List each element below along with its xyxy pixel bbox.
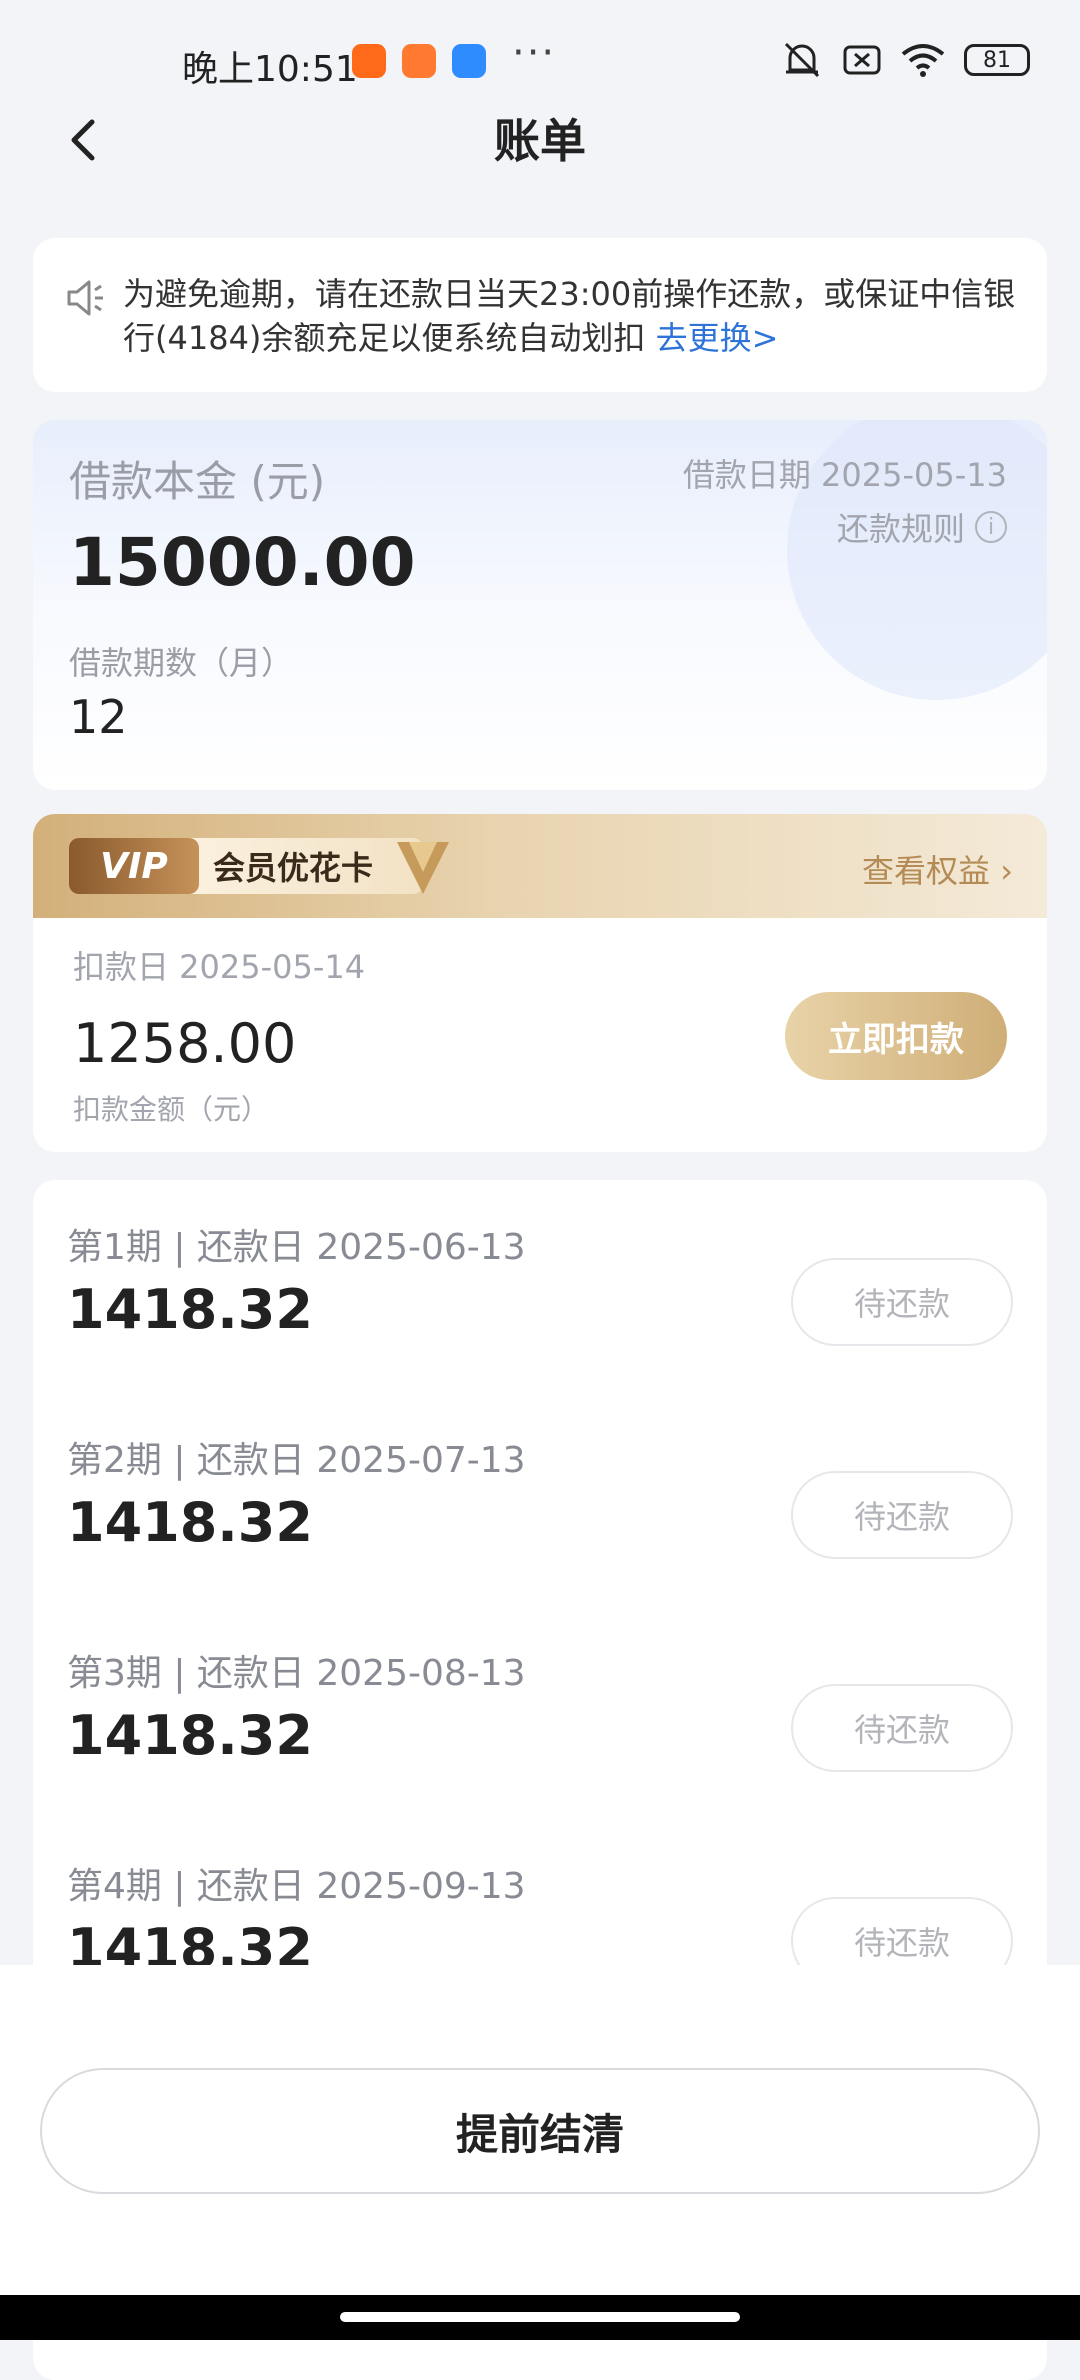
principal-label: 借款本金 (元) — [69, 457, 326, 506]
deduct-now-button[interactable]: 立即扣款 — [785, 992, 1007, 1080]
home-indicator[interactable] — [340, 2312, 740, 2322]
status-time: 晚上10:51 — [182, 49, 358, 90]
installment-label: 第1期 | 还款日 2025-06-13 — [67, 1227, 526, 1268]
shop-app-icon — [402, 44, 436, 78]
early-settle-button[interactable]: 提前结清 — [40, 2068, 1040, 2194]
more-notifications-icon: ··· — [512, 30, 557, 76]
term-label: 借款期数（月） — [69, 644, 294, 682]
mi-app-icon — [352, 44, 386, 78]
pending-repay-button[interactable]: 待还款 — [791, 1684, 1013, 1772]
notice-card: 为避免逾期，请在还款日当天23:00前操作还款，或保证中信银行(4184)余额充… — [33, 238, 1047, 392]
installment-label: 第3期 | 还款日 2025-08-13 — [67, 1653, 526, 1694]
installment-amount: 1418.32 — [67, 1491, 313, 1554]
installment-amount: 1418.32 — [67, 1704, 313, 1767]
principal-amount: 15000.00 — [69, 524, 416, 601]
installment-row: 第1期 | 还款日 2025-06-13 1418.32 待还款 — [33, 1180, 1047, 1380]
wifi-icon — [901, 44, 945, 77]
status-bar: 晚上10:51 ··· 81 — [0, 0, 1080, 110]
deduct-amount-label: 扣款金额（元） — [73, 1093, 270, 1126]
installment-label: 第4期 | 还款日 2025-09-13 — [67, 1866, 526, 1907]
installment-row: 第2期 | 还款日 2025-07-13 1418.32 待还款 — [33, 1393, 1047, 1593]
battery-icon: 81 — [964, 44, 1030, 76]
change-account-link[interactable]: 去更换> — [656, 319, 779, 357]
repayment-rules-label: 还款规则 — [836, 510, 965, 548]
loan-date: 借款日期 2025-05-13 — [682, 456, 1007, 494]
status-icons: 81 — [780, 40, 1030, 80]
info-icon: i — [975, 511, 1007, 543]
term-value: 12 — [69, 690, 128, 744]
vip-badge: VIP — [69, 838, 199, 894]
vip-banner[interactable]: 会员优花卡 VIP 查看权益 › — [33, 814, 1047, 918]
pending-repay-button[interactable]: 待还款 — [791, 1471, 1013, 1559]
repayment-rules-link[interactable]: 还款规则 i — [837, 504, 1007, 550]
no-sim-icon — [843, 45, 881, 75]
gem-icon — [397, 842, 449, 894]
vip-card-name: 会员优花卡 — [183, 838, 424, 894]
installment-label: 第2期 | 还款日 2025-07-13 — [67, 1440, 526, 1481]
deduct-amount: 1258.00 — [73, 1012, 297, 1075]
installment-row: 第3期 | 还款日 2025-08-13 1418.32 待还款 — [33, 1606, 1047, 1806]
speaker-icon — [67, 280, 103, 316]
page-title: 账单 — [494, 114, 586, 168]
bottom-bar: 提前结清 — [0, 1965, 1080, 2340]
messenger-app-icon — [452, 44, 486, 78]
notice-message: 为避免逾期，请在还款日当天23:00前操作还款，或保证中信银行(4184)余额充… — [123, 275, 1016, 357]
pending-repay-button[interactable]: 待还款 — [791, 1258, 1013, 1346]
nav-bar: 账单 — [0, 100, 1080, 210]
vip-card: 会员优花卡 VIP 查看权益 › 扣款日 2025-05-14 1258.00 … — [33, 814, 1047, 1152]
installment-amount: 1418.32 — [67, 1278, 313, 1341]
notice-text: 为避免逾期，请在还款日当天23:00前操作还款，或保证中信银行(4184)余额充… — [123, 272, 1033, 360]
deduct-date: 扣款日 2025-05-14 — [73, 948, 366, 986]
loan-summary-card: 借款本金 (元) 15000.00 借款日期 2025-05-13 还款规则 i… — [33, 420, 1047, 790]
view-benefits-link[interactable]: 查看权益 › — [862, 846, 1013, 892]
mute-bell-icon — [784, 42, 820, 78]
